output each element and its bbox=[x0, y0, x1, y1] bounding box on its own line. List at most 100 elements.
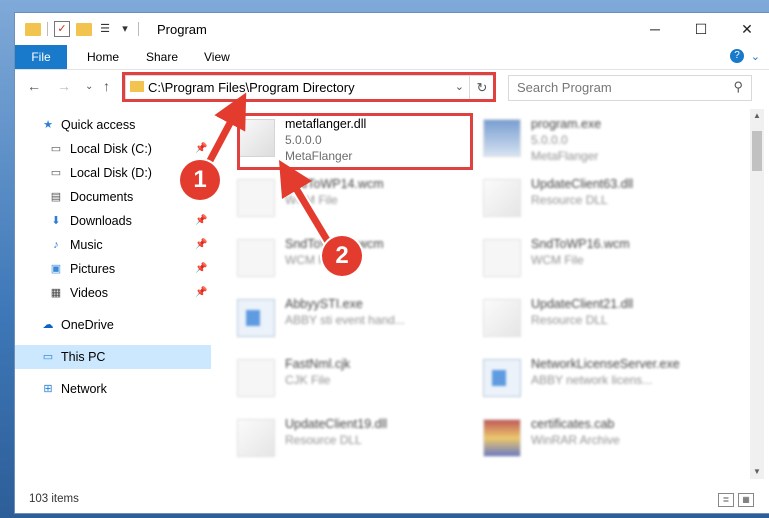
vertical-scrollbar[interactable]: ▲ ▼ bbox=[750, 109, 764, 479]
sidebar-item-local-disk-c[interactable]: ▭ Local Disk (C:) 📌 bbox=[15, 137, 211, 161]
explorer-window: ✓ ☰ ▾ Program ─ ☐ ✕ File Home Share View… bbox=[14, 12, 769, 514]
close-button[interactable]: ✕ bbox=[724, 13, 769, 45]
file-tile[interactable]: FastNml.cjk CJK File bbox=[237, 351, 467, 405]
file-type: Resource DLL bbox=[531, 193, 608, 207]
pictures-icon: ▣ bbox=[50, 263, 62, 275]
sidebar-item-label: Network bbox=[61, 382, 107, 396]
chevron-down-icon[interactable]: ▾ bbox=[118, 22, 132, 36]
scroll-down-icon[interactable]: ▼ bbox=[750, 465, 764, 479]
archive-icon bbox=[483, 419, 521, 457]
pin-icon[interactable]: 📌 bbox=[195, 233, 207, 257]
sidebar-item-label: Documents bbox=[70, 190, 134, 204]
file-tile[interactable]: UpdateClient21.dll Resource DLL bbox=[483, 291, 713, 345]
drive-icon: ▭ bbox=[50, 167, 62, 179]
file-icon bbox=[237, 239, 275, 277]
pin-icon[interactable]: 📌 bbox=[195, 257, 207, 281]
sidebar-item-music[interactable]: ♪ Music 📌 bbox=[15, 233, 211, 257]
forward-arrow-icon[interactable]: → bbox=[57, 78, 71, 94]
file-tile[interactable]: UpdateClient63.dll Resource DLL bbox=[483, 171, 713, 225]
sidebar-item-label: Local Disk (D:) bbox=[70, 166, 152, 180]
pin-icon[interactable]: 📌 bbox=[195, 209, 207, 233]
search-icon[interactable]: ⚲ bbox=[733, 79, 743, 95]
back-arrow-icon[interactable]: ← bbox=[27, 78, 41, 94]
new-folder-icon[interactable] bbox=[76, 22, 92, 36]
sidebar-item-network[interactable]: ⊞ Network bbox=[15, 377, 211, 401]
file-name: UpdateClient21.dll bbox=[531, 297, 634, 311]
details-view-icon[interactable]: ≣ bbox=[718, 493, 734, 507]
file-tile[interactable]: certificates.cab WinRAR Archive bbox=[483, 411, 713, 465]
file-name: UpdateClient19.dll bbox=[285, 417, 388, 431]
file-tile[interactable]: NetworkLicenseServer.exe ABBY network li… bbox=[483, 351, 713, 405]
file-type: WinRAR Archive bbox=[531, 433, 620, 447]
sidebar-item-label: Quick access bbox=[61, 118, 136, 132]
sidebar-item-videos[interactable]: ▦ Videos 📌 bbox=[15, 281, 211, 305]
divider bbox=[47, 22, 48, 36]
file-type: ABBY network licens... bbox=[531, 373, 653, 387]
sidebar-item-onedrive[interactable]: ☁ OneDrive bbox=[15, 313, 211, 337]
file-tile[interactable]: SndToWP14.wcm WCM File bbox=[237, 171, 467, 225]
exe-file-icon bbox=[237, 299, 275, 337]
chevron-down-icon[interactable]: ⌄ bbox=[751, 50, 760, 63]
file-name: program.exe bbox=[531, 117, 602, 131]
pc-icon: ▭ bbox=[42, 351, 54, 363]
file-icon bbox=[237, 359, 275, 397]
file-type: CJK File bbox=[285, 373, 331, 387]
help-icon[interactable]: ? bbox=[730, 49, 744, 63]
network-icon: ⊞ bbox=[43, 383, 53, 395]
tab-file[interactable]: File bbox=[15, 45, 67, 69]
title-bar: ✓ ☰ ▾ Program ─ ☐ ✕ bbox=[15, 13, 769, 45]
file-type: WCM File bbox=[531, 253, 584, 267]
music-icon: ♪ bbox=[53, 239, 59, 251]
file-tile[interactable]: AbbyySTI.exe ABBY sti event hand... bbox=[237, 291, 467, 345]
sidebar-item-pictures[interactable]: ▣ Pictures 📌 bbox=[15, 257, 211, 281]
rename-icon[interactable]: ☰ bbox=[98, 22, 112, 36]
properties-check-icon[interactable]: ✓ bbox=[54, 21, 70, 37]
search-placeholder[interactable]: Search Program bbox=[517, 80, 612, 95]
file-icon bbox=[483, 239, 521, 277]
tab-view[interactable]: View bbox=[204, 45, 230, 69]
sidebar-item-label: Videos bbox=[70, 286, 108, 300]
sidebar-item-label: Local Disk (C:) bbox=[70, 142, 152, 156]
scroll-thumb[interactable] bbox=[752, 131, 762, 171]
window-title: Program bbox=[157, 22, 207, 37]
file-type: Resource DLL bbox=[285, 433, 362, 447]
maximize-button[interactable]: ☐ bbox=[678, 13, 724, 45]
sidebar-item-label: Music bbox=[70, 238, 103, 252]
scroll-up-icon[interactable]: ▲ bbox=[750, 109, 764, 123]
large-icons-view-icon[interactable]: ▦ bbox=[738, 493, 754, 507]
up-arrow-icon[interactable]: ↑ bbox=[103, 78, 110, 94]
quick-access-toolbar: ✓ ☰ ▾ bbox=[25, 21, 139, 37]
sidebar-item-this-pc[interactable]: ▭ This PC bbox=[15, 345, 211, 369]
star-icon: ★ bbox=[43, 119, 53, 131]
navigation-pane: ★ Quick access ▭ Local Disk (C:) 📌 ▭ Loc… bbox=[15, 109, 211, 479]
minimize-button[interactable]: ─ bbox=[632, 13, 678, 45]
file-tile-program-exe[interactable]: program.exe 5.0.0.0 MetaFlanger bbox=[483, 111, 713, 165]
dll-file-icon bbox=[237, 419, 275, 457]
selected-file-highlight bbox=[237, 113, 473, 170]
sidebar-item-quick-access[interactable]: ★ Quick access bbox=[15, 113, 211, 137]
tab-home[interactable]: Home bbox=[87, 45, 119, 69]
file-tile[interactable]: SndToWP16.wcm WCM File bbox=[483, 231, 713, 285]
cloud-icon: ☁ bbox=[42, 319, 54, 331]
search-box[interactable]: Search Program ⚲ bbox=[508, 75, 752, 101]
videos-icon: ▦ bbox=[50, 287, 62, 299]
item-count: 103 items bbox=[29, 493, 79, 505]
recent-locations-chevron-icon[interactable]: ⌄ bbox=[85, 81, 93, 92]
drive-icon: ▭ bbox=[50, 143, 62, 155]
file-description: MetaFlanger bbox=[531, 149, 599, 163]
dll-file-icon bbox=[483, 179, 521, 217]
sidebar-item-downloads[interactable]: ⬇ Downloads 📌 bbox=[15, 209, 211, 233]
address-bar-highlight bbox=[122, 72, 496, 102]
file-name: AbbyySTI.exe bbox=[285, 297, 363, 311]
pin-icon[interactable]: 📌 bbox=[195, 137, 207, 161]
tab-share[interactable]: Share bbox=[146, 45, 178, 69]
file-icon bbox=[237, 179, 275, 217]
annotation-badge-1: 1 bbox=[180, 160, 220, 200]
pin-icon[interactable]: 📌 bbox=[195, 281, 207, 305]
file-tile[interactable]: UpdateClient19.dll Resource DLL bbox=[237, 411, 467, 465]
divider bbox=[138, 22, 139, 36]
file-name: SndToWP14.wcm bbox=[285, 177, 384, 191]
file-name: SndToWP16.wcm bbox=[531, 237, 630, 251]
file-type: ABBY sti event hand... bbox=[285, 313, 405, 327]
sidebar-item-label: Downloads bbox=[70, 214, 132, 228]
